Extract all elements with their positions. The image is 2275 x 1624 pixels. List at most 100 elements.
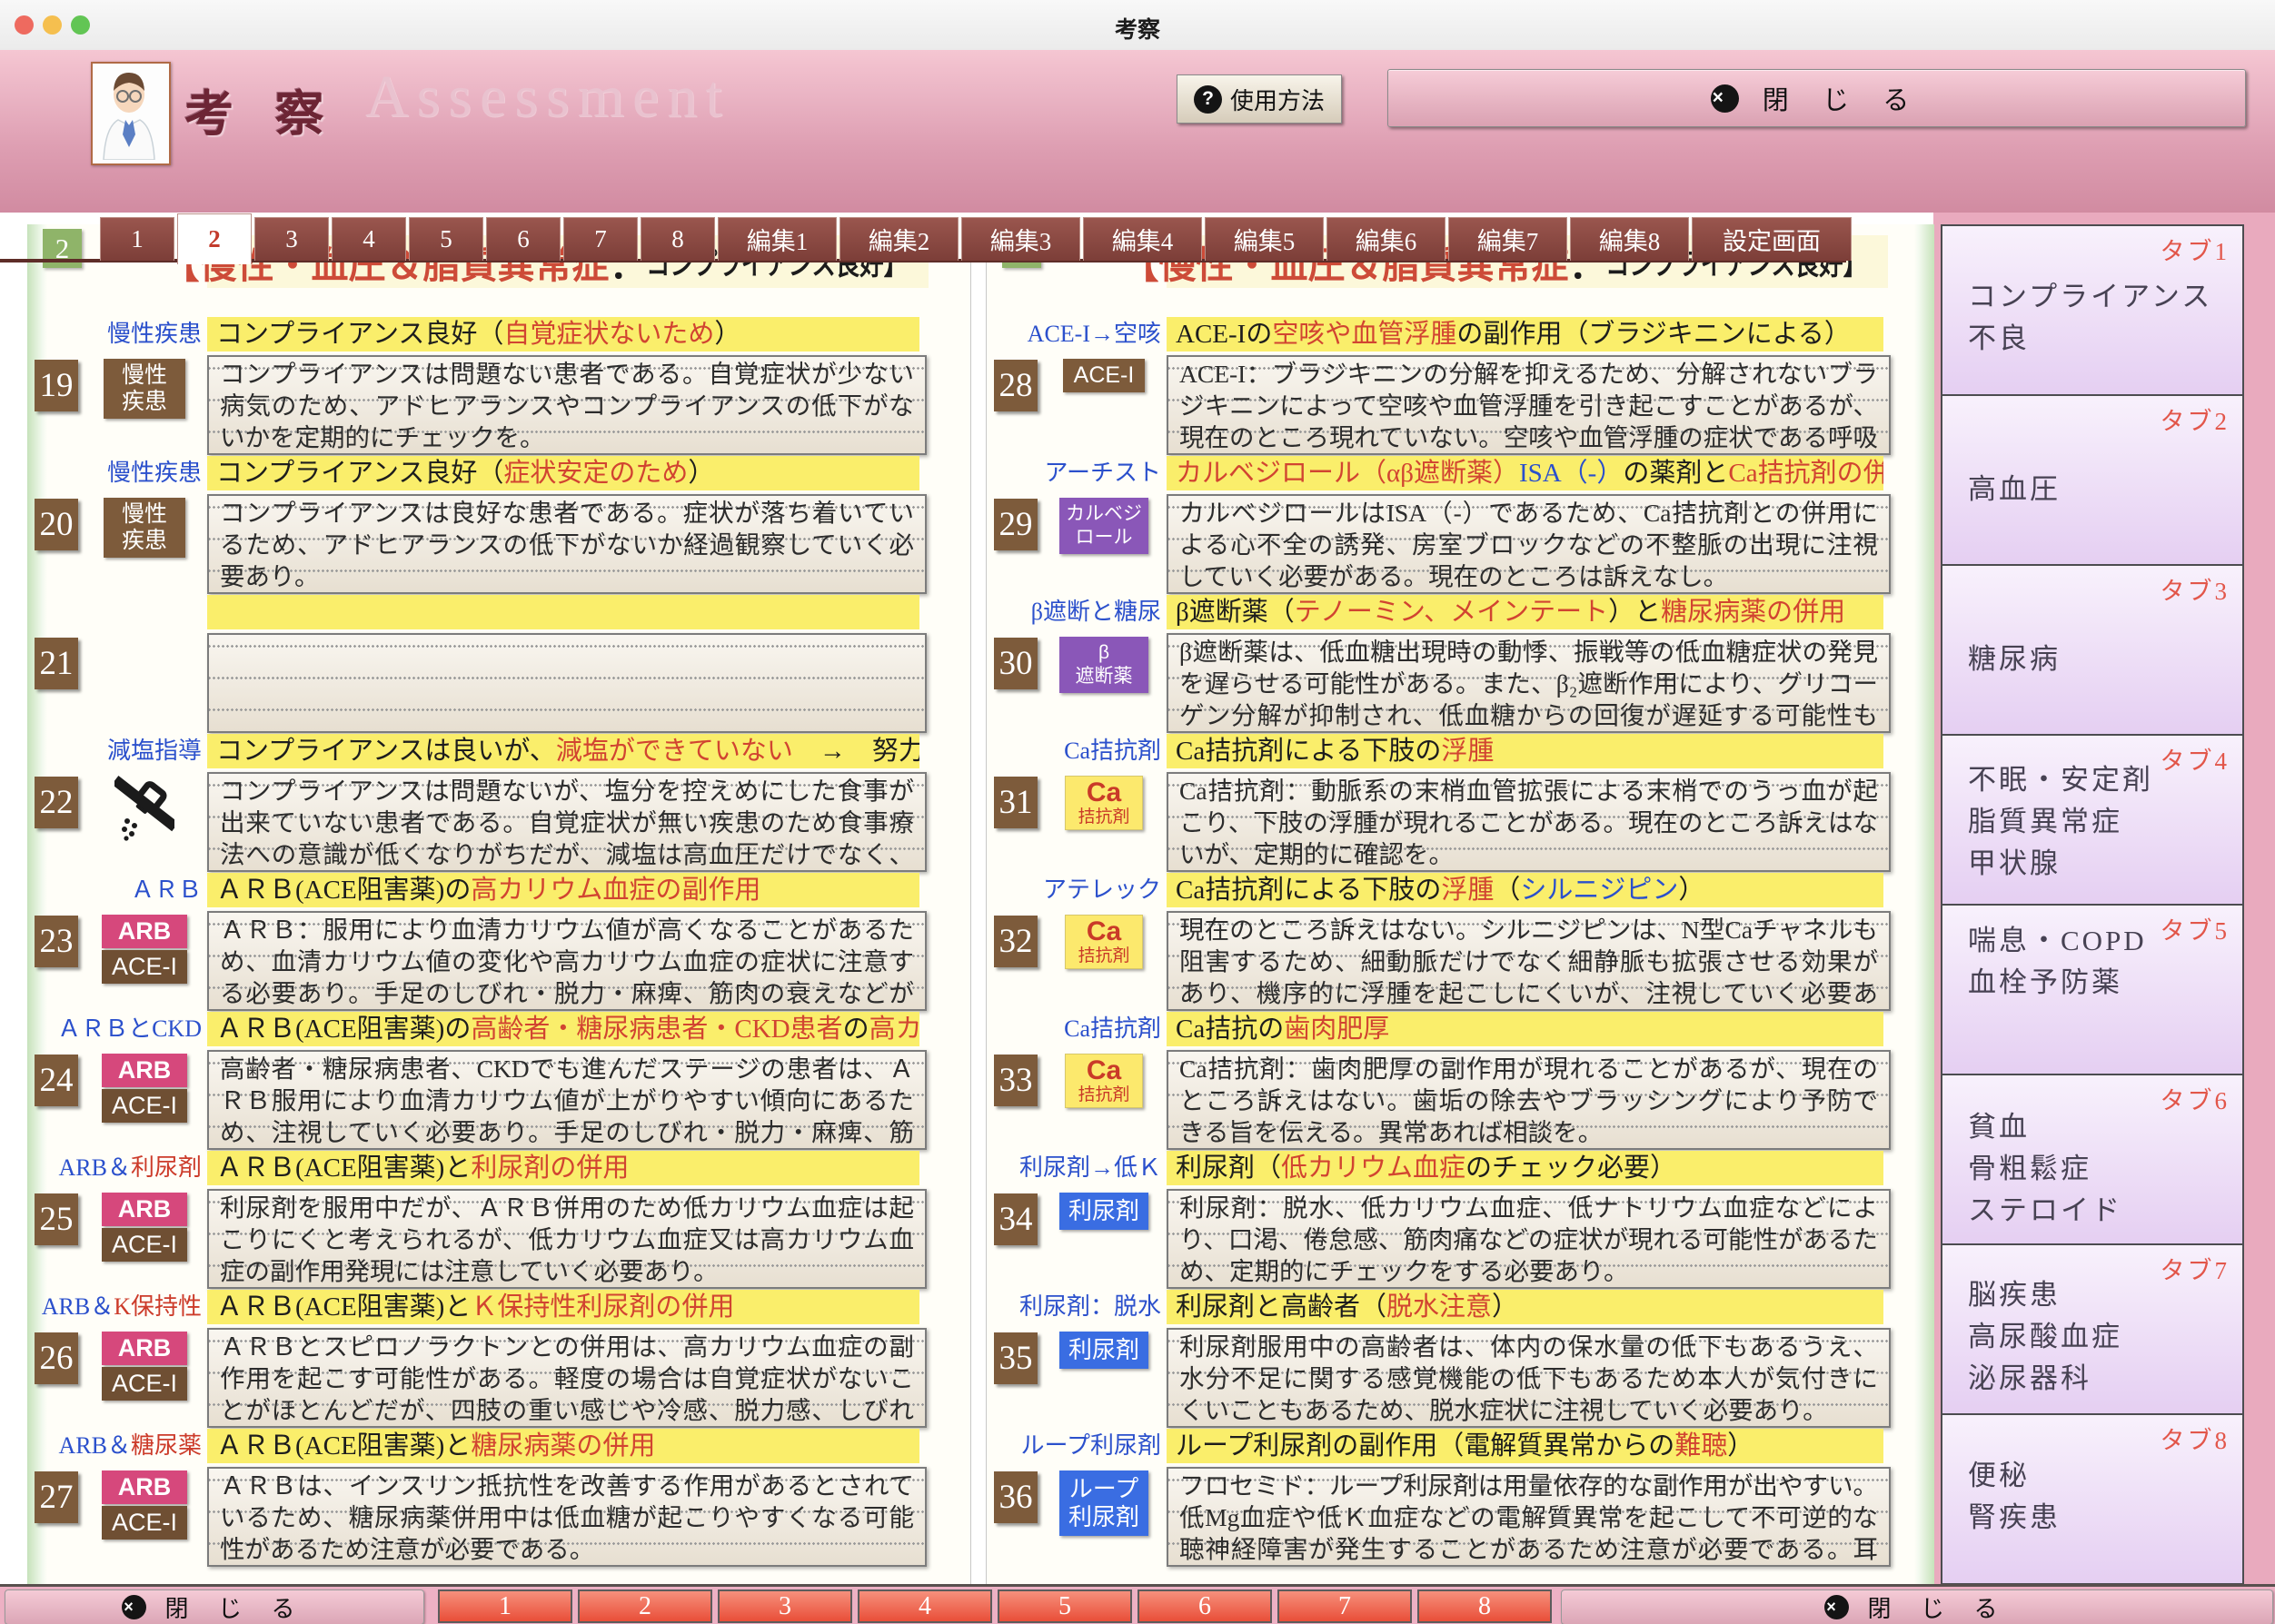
entry-body-field[interactable]: 高齢者・糖尿病患者、CKDでも進んだステージの患者は、ＡＲＢ服用により血清カリウ… (207, 1050, 927, 1150)
entry-body-field[interactable]: カルベジロールはISA（-）であるため、Ca拮抗剤との併用による心不全の誘発、房… (1167, 494, 1891, 594)
footer-page-2[interactable]: 2 (578, 1589, 712, 1623)
entry-header-field[interactable]: コンプライアンス良好（症状安定のため） (207, 456, 919, 490)
entry-header-field[interactable]: 利尿剤（低カリウム血症のチェック必要） (1167, 1151, 1883, 1185)
entry-badge: 利尿剤 (1050, 1332, 1157, 1369)
entry-header-field[interactable]: Ca拮抗の歯肉肥厚 (1167, 1012, 1883, 1046)
entry-header-field[interactable]: ＡＲＢ(ACE阻害薬)と利尿剤の併用 (207, 1151, 919, 1185)
entry-header-field[interactable]: カルベジロール（αβ遮断薬）ISA（-）の薬剤とCa拮抗剤の併用 (1167, 456, 1883, 490)
entry-body-field[interactable]: 現在のところ訴えはない。シルニジピンは、N型Caチャネルも阻害するため、細動脈だ… (1167, 911, 1891, 1011)
entry-header-field[interactable]: β遮断薬（テノーミン、メインテート）と糖尿病薬の併用 (1167, 595, 1883, 629)
footer-page-5[interactable]: 5 (998, 1589, 1132, 1623)
tab-6[interactable]: 6 (486, 217, 561, 261)
entry-badge: カルベジロール (1050, 498, 1157, 554)
entry-body-field[interactable]: フロセミド：ループ利尿剤は用量依存的な副作用が出やすい。低Mg血症や低Ｋ血症など… (1167, 1467, 1891, 1567)
tab-設定画面[interactable]: 設定画面 (1692, 217, 1852, 261)
entry-body-field[interactable]: コンプライアンスは問題ないが、塩分を控えめにした食事が出来ていない患者である。自… (207, 772, 927, 872)
entry-label: Ca拮抗剤 (987, 1012, 1161, 1046)
entry-header-field[interactable]: Ca拮抗剤による下肢の浮腫（シルニジピン） (1167, 873, 1883, 907)
tab-編集2[interactable]: 編集2 (839, 217, 959, 261)
entry-body-field[interactable]: コンプライアンスは良好な患者である。症状が落ち着いているため、アドヒアランスの低… (207, 494, 927, 594)
entry-header-field[interactable]: ＡＲＢ(ACE阻害薬)と糖尿病薬の併用 (207, 1429, 919, 1463)
entry-label (27, 595, 202, 629)
entry-header-field[interactable]: ＡＲＢ(ACE阻害薬)とＫ保持性利尿剤の併用 (207, 1290, 919, 1324)
entry-header-field[interactable]: ＡＲＢ(ACE阻害薬)の高カリウム血症の副作用 (207, 873, 919, 907)
entry-number: 21 (35, 638, 78, 689)
tab-2[interactable]: 2 (177, 213, 252, 264)
entry-badge (91, 776, 198, 843)
tab-7[interactable]: 7 (563, 217, 638, 261)
entry-header-field[interactable]: ACE-Iの空咳や血管浮腫の副作用（ブラジキニンによる） (1167, 317, 1883, 352)
footer-close-button-right[interactable]: × 閉 じ る (1561, 1589, 2273, 1624)
footer-page-7[interactable]: 7 (1277, 1589, 1412, 1623)
entry-body-field[interactable]: ＡＲＢは、インスリン抵抗性を改善する作用があるとされているため、糖尿病薬併用中は… (207, 1467, 927, 1567)
entry-badge: ループ利尿剤 (1050, 1471, 1157, 1536)
sidebar-tab-label: タブ8 (2161, 1421, 2230, 1456)
entry-20: 慢性疾患コンプライアンス良好（症状安定のため）20慢性疾患コンプライアンスは良好… (27, 456, 970, 592)
entry-body-field[interactable]: Ca拮抗剤：動脈系の末梢血管拡張による末梢でのうっ血が起こり、下肢の浮腫が現れる… (1167, 772, 1891, 872)
entry-number: 28 (994, 360, 1038, 411)
tab-編集7[interactable]: 編集7 (1448, 217, 1567, 261)
footer-page-4[interactable]: 4 (858, 1589, 992, 1623)
tab-3[interactable]: 3 (254, 217, 329, 261)
tab-編集5[interactable]: 編集5 (1205, 217, 1324, 261)
entry-body-field[interactable]: コンプライアンスは問題ない患者である。自覚症状が少ない病気のため、アドヒアランス… (207, 355, 927, 455)
entry-body-field[interactable]: 利尿剤：脱水、低カリウム血症、低ナトリウム血症などにより、口渇、倦怠感、筋肉痛な… (1167, 1189, 1891, 1289)
brown-badge: 慢性疾患 (104, 359, 185, 419)
tab-4[interactable]: 4 (332, 217, 406, 261)
entry-label: 減塩指導 (27, 734, 202, 768)
entry-body-field[interactable]: 利尿剤服用中の高齢者は、体内の保水量の低下もあるうえ、水分不足に関する感覚機能の… (1167, 1328, 1891, 1428)
entry-label: アテレック (987, 873, 1161, 907)
entry-label: ＡＲＢ (27, 873, 202, 907)
sidebar-tab-5[interactable]: タブ5喘息・COPD血栓予防薬 (1941, 904, 2244, 1075)
sidebar-tab-label: タブ4 (2161, 741, 2230, 777)
entry-body-field[interactable]: ACE-I：ブラジキニンの分解を抑えるため、分解されないブラジキニンによって空咳… (1167, 355, 1891, 455)
header-close-button[interactable]: × 閉 じ る (1387, 69, 2246, 127)
sidebar-tab-8[interactable]: タブ8便秘腎疾患 (1941, 1413, 2244, 1585)
entry-body-field[interactable]: 利尿剤を服用中だが、ＡＲＢ併用のため低カリウム血症は起こりにくと考えられるが、低… (207, 1189, 927, 1289)
entry-29: アーチストカルベジロール（αβ遮断薬）ISA（-）の薬剤とCa拮抗剤の併用29カ… (987, 456, 1934, 592)
footer-close-left-label: 閉 じ る (164, 1590, 306, 1624)
tab-8[interactable]: 8 (641, 217, 715, 261)
tab-編集1[interactable]: 編集1 (718, 217, 837, 261)
entry-header-field[interactable]: ＡＲＢ(ACE阻害薬)の高齢者・糖尿病患者・CKD患者の高カリウム血症の副 (207, 1012, 919, 1046)
footer-close-button-left[interactable]: × 閉 じ る (5, 1589, 424, 1624)
sidebar-tab-6[interactable]: タブ6貧血骨粗鬆症ステロイド (1941, 1074, 2244, 1245)
entry-header-field[interactable]: 利尿剤と高齢者（脱水注意） (1167, 1290, 1883, 1324)
sidebar-tab-label: タブ5 (2161, 911, 2230, 946)
arb-badge: ARB (102, 1054, 187, 1087)
entry-35: 利尿剤：脱水利尿剤と高齢者（脱水注意）35利尿剤利尿剤服用中の高齢者は、体内の保… (987, 1290, 1934, 1426)
entry-body-field[interactable] (207, 633, 927, 733)
help-button[interactable]: ? 使用方法 (1177, 74, 1342, 124)
entry-body-field[interactable]: ＡＲＢ：服用により血清カリウム値が高くなることがあるため、血清カリウム値の変化や… (207, 911, 927, 1011)
footer-page-1[interactable]: 1 (438, 1589, 572, 1623)
ca-badge: Ca拮抗剤 (1065, 1054, 1143, 1108)
footer-page-3[interactable]: 3 (718, 1589, 852, 1623)
entry-header-field[interactable]: Ca拮抗剤による下肢の浮腫 (1167, 734, 1883, 768)
tab-編集6[interactable]: 編集6 (1326, 217, 1445, 261)
tab-編集8[interactable]: 編集8 (1570, 217, 1689, 261)
entry-header-field[interactable]: コンプライアンスは良いが、減塩ができていない → 努力を (207, 734, 919, 768)
tab-5[interactable]: 5 (409, 217, 483, 261)
entry-badge: ARBACE-I (91, 1471, 198, 1540)
entry-31: Ca拮抗剤Ca拮抗剤による下肢の浮腫31Ca拮抗剤Ca拮抗剤：動脈系の末梢血管拡… (987, 734, 1934, 870)
sidebar-tab-label: タブ7 (2161, 1251, 2230, 1286)
sidebar-tab-2[interactable]: タブ2高血圧 (1941, 394, 2244, 566)
sidebar-tab-7[interactable]: タブ7脳疾患高尿酸血症泌尿器科 (1941, 1243, 2244, 1415)
tab-編集4[interactable]: 編集4 (1083, 217, 1202, 261)
entry-body-field[interactable]: Ca拮抗剤：歯肉肥厚の副作用が現れることがあるが、現在のところ訴えはない。歯垢の… (1167, 1050, 1891, 1150)
entry-28: ACE-I→空咳ACE-Iの空咳や血管浮腫の副作用（ブラジキニンによる）28AC… (987, 317, 1934, 453)
entry-body-field[interactable]: ＡＲＢとスピロノラクトンとの併用は、高カリウム血症の副作用を起こす可能性がある。… (207, 1328, 927, 1428)
tab-編集3[interactable]: 編集3 (961, 217, 1080, 261)
footer-page-6[interactable]: 6 (1138, 1589, 1272, 1623)
entry-badge: 慢性疾患 (91, 498, 198, 558)
footer-page-8[interactable]: 8 (1417, 1589, 1552, 1623)
entry-header-field[interactable] (207, 595, 919, 629)
tab-1[interactable]: 1 (100, 217, 174, 261)
entry-header-field[interactable]: コンプライアンス良好（自覚症状ないため） (207, 317, 919, 352)
sidebar-tab-3[interactable]: タブ3糖尿病 (1941, 564, 2244, 736)
entry-header-field[interactable]: ループ利尿剤の副作用（電解質異常からの難聴） (1167, 1429, 1883, 1463)
sidebar-tab-1[interactable]: タブ1コンプライアンス不良 (1941, 224, 2244, 396)
entry-26: ARB＆K保持性ＡＲＢ(ACE阻害薬)とＫ保持性利尿剤の併用26ARBACE-I… (27, 1290, 970, 1426)
entry-body-field[interactable]: β遮断薬は、低血糖出現時の動悸、振戦等の低血糖症状の発見を遅らせる可能性がある。… (1167, 633, 1891, 733)
sidebar-tab-4[interactable]: タブ4不眠・安定剤脂質異常症甲状腺 (1941, 734, 2244, 906)
